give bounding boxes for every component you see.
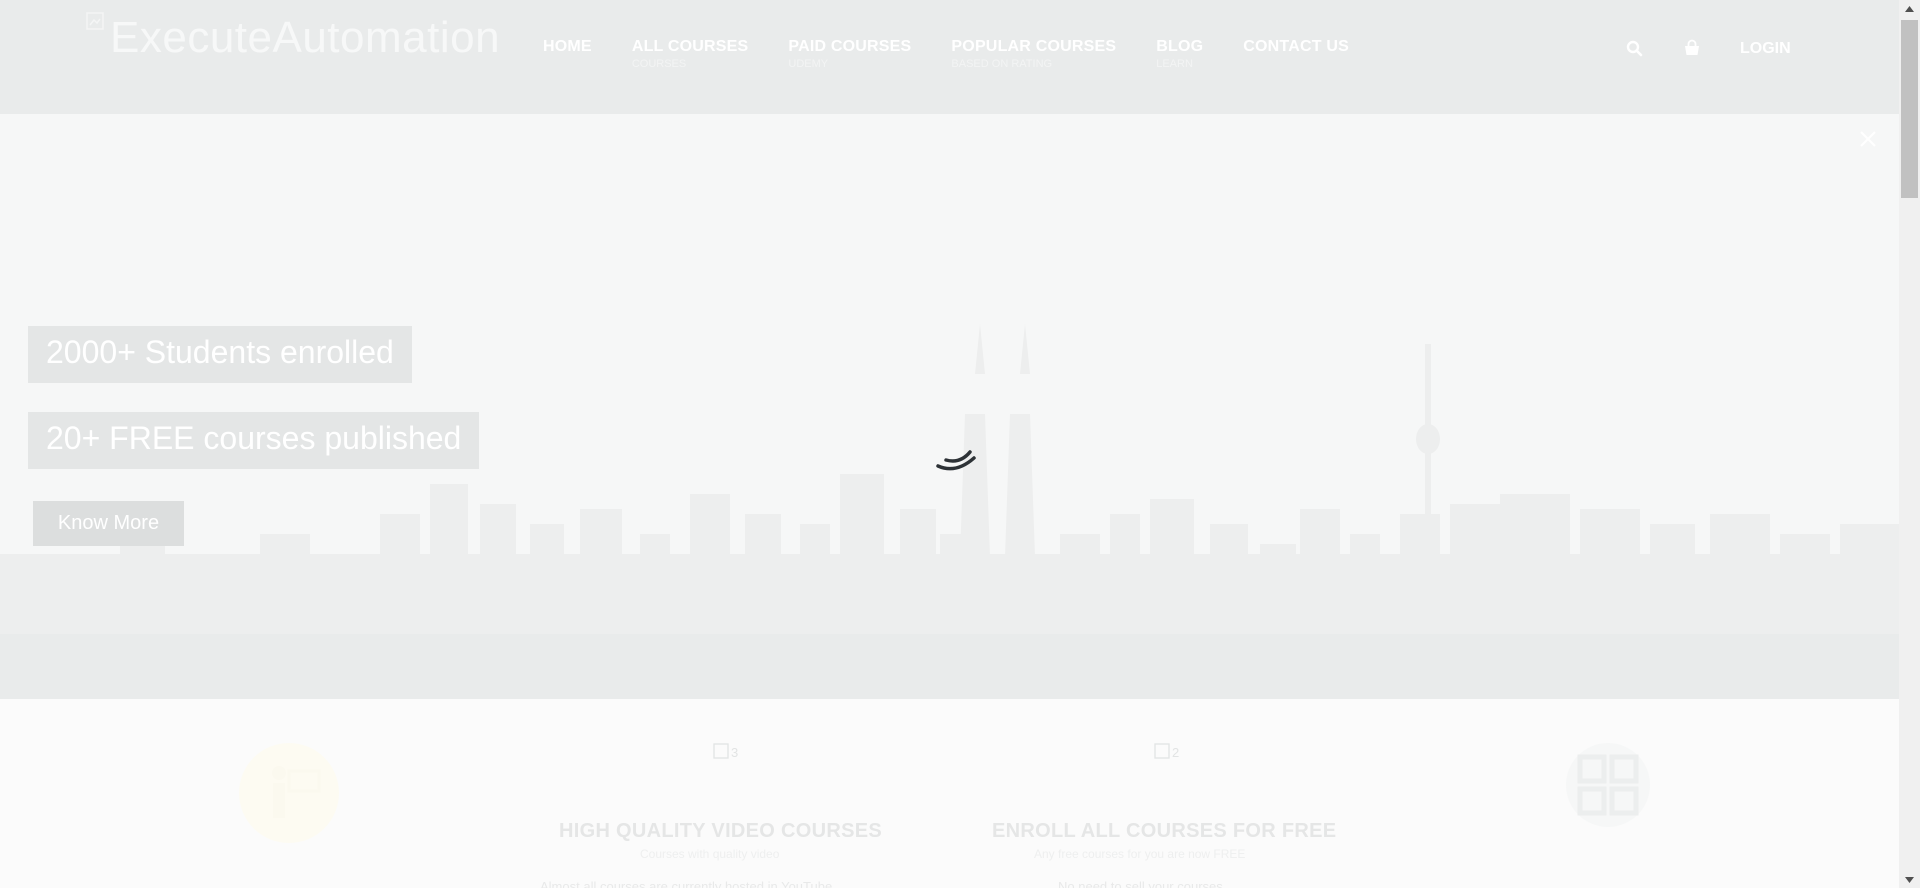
feature-image-2: 2 (1154, 743, 1179, 761)
nav-sublabel: BASED ON RATING (951, 58, 1053, 70)
search-icon[interactable] (1625, 39, 1645, 59)
nav-sublabel: UDEMY (788, 58, 829, 70)
vertical-scrollbar[interactable] (1899, 0, 1920, 888)
skyline-background-image (0, 114, 1899, 699)
hero-slider (0, 114, 1899, 699)
main-nav: HOME ALL COURSES COURSES PAID COURSES UD… (543, 38, 1389, 70)
feature-description: Almost all courses are currently hosted … (540, 879, 833, 888)
nav-label: ALL COURSES (631, 38, 749, 55)
image-alt-text: 2 (1172, 744, 1180, 760)
nav-item-paid-courses[interactable]: PAID COURSES UDEMY (788, 38, 911, 70)
cart-icon[interactable] (1682, 39, 1702, 59)
know-more-button[interactable]: Know More (33, 501, 184, 546)
nav-label: POPULAR COURSES (951, 38, 1117, 55)
nav-label: CONTACT US (1243, 38, 1349, 55)
scroll-up-arrow-icon[interactable] (1899, 0, 1920, 17)
logo[interactable]: ExecuteAutomation (86, 8, 500, 68)
scroll-down-arrow-icon[interactable] (1899, 871, 1920, 888)
feature-subtitle: Courses with quality video (640, 847, 780, 861)
site-header: ExecuteAutomation HOME ALL COURSES COURS… (0, 0, 1899, 114)
nav-label: PAID COURSES (788, 38, 912, 55)
qr-code-icon (1566, 743, 1650, 827)
image-alt-text: 3 (731, 744, 739, 760)
scrollbar-thumb[interactable] (1901, 20, 1918, 198)
feature-title: ENROLL ALL COURSES FOR FREE (992, 820, 1337, 842)
nav-item-popular-courses[interactable]: POPULAR COURSES BASED ON RATING (951, 38, 1116, 70)
login-link[interactable]: LOGIN (1740, 40, 1791, 58)
features-section: 3 HIGH QUALITY VIDEO COURSES Courses wit… (0, 699, 1899, 888)
feature-subtitle: Any free courses for you are now FREE (1034, 847, 1246, 861)
loading-spinner-icon (934, 448, 984, 478)
feature-title: HIGH QUALITY VIDEO COURSES (559, 820, 883, 842)
nav-label: HOME (543, 38, 592, 55)
nav-item-home[interactable]: HOME (543, 38, 592, 70)
nav-item-all-courses[interactable]: ALL COURSES COURSES (632, 38, 749, 70)
free-courses-badge: 20+ FREE courses published (28, 412, 480, 469)
nav-sublabel: LEARN (1156, 58, 1193, 70)
nav-item-contact-us[interactable]: CONTACT US (1243, 38, 1349, 70)
presenter-icon (239, 743, 339, 843)
page: ExecuteAutomation HOME ALL COURSES COURS… (0, 0, 1899, 888)
close-icon[interactable] (1857, 128, 1879, 150)
feature-description: No need to sell your courses (1058, 879, 1223, 888)
nav-label: BLOG (1156, 38, 1204, 55)
nav-item-blog[interactable]: BLOG LEARN (1156, 38, 1203, 70)
logo-text: ExecuteAutomation (110, 13, 501, 62)
students-enrolled-badge: 2000+ Students enrolled (28, 326, 412, 383)
feature-image-3: 3 (713, 743, 738, 761)
broken-image-icon (86, 12, 108, 34)
nav-sublabel: COURSES (631, 58, 687, 70)
